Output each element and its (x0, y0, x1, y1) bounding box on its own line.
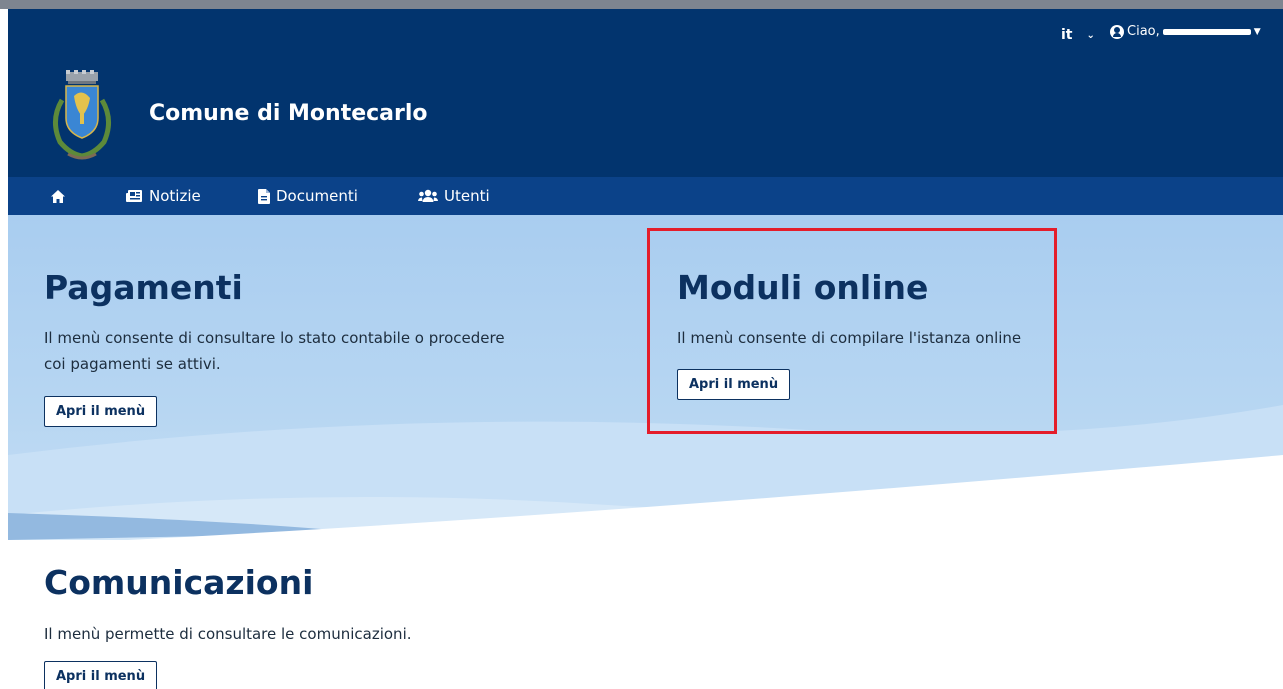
comunicazioni-title: Comunicazioni (44, 563, 314, 602)
user-greeting: Ciao, (1127, 24, 1160, 39)
nav-label-utenti: Utenti (444, 187, 490, 205)
user-circle-icon (1110, 24, 1124, 39)
language-selector[interactable]: it ⌄ (1061, 27, 1095, 43)
home-icon (51, 189, 65, 203)
nav-item-utenti[interactable]: Utenti (418, 177, 490, 215)
comunicazioni-open-button[interactable]: Apri il menù (44, 661, 158, 689)
top-strip (0, 0, 1283, 9)
document-icon (258, 188, 270, 204)
redacted-username (1162, 28, 1251, 35)
hero-section (8, 215, 1283, 540)
pagamenti-title: Pagamenti (44, 268, 243, 307)
nav-label-notizie: Notizie (149, 187, 201, 205)
language-label: it (1061, 27, 1073, 43)
pagamenti-description: Il menù consente di consultare lo stato … (44, 329, 505, 373)
chevron-down-icon: ⌄ (1086, 29, 1095, 41)
nav-item-notizie[interactable]: Notizie (126, 177, 201, 215)
nav-item-home[interactable] (50, 177, 66, 215)
comunicazioni-description: Il menù permette di consultare le comuni… (44, 625, 412, 643)
hero-wave-decoration (8, 405, 1283, 540)
users-icon (418, 189, 438, 202)
nav-label-documenti: Documenti (276, 187, 358, 205)
main-nav: Notizie Documenti Utenti (8, 177, 1283, 215)
user-menu[interactable]: Ciao, ▼ (1110, 24, 1261, 39)
highlight-box (647, 228, 1057, 434)
crest-icon (53, 70, 111, 160)
pagamenti-open-button[interactable]: Apri il menù (44, 396, 158, 427)
newspaper-icon (126, 190, 142, 202)
nav-item-documenti[interactable]: Documenti (258, 177, 358, 215)
site-title[interactable]: Comune di Montecarlo (149, 101, 428, 126)
caret-down-icon: ▼ (1253, 26, 1261, 37)
